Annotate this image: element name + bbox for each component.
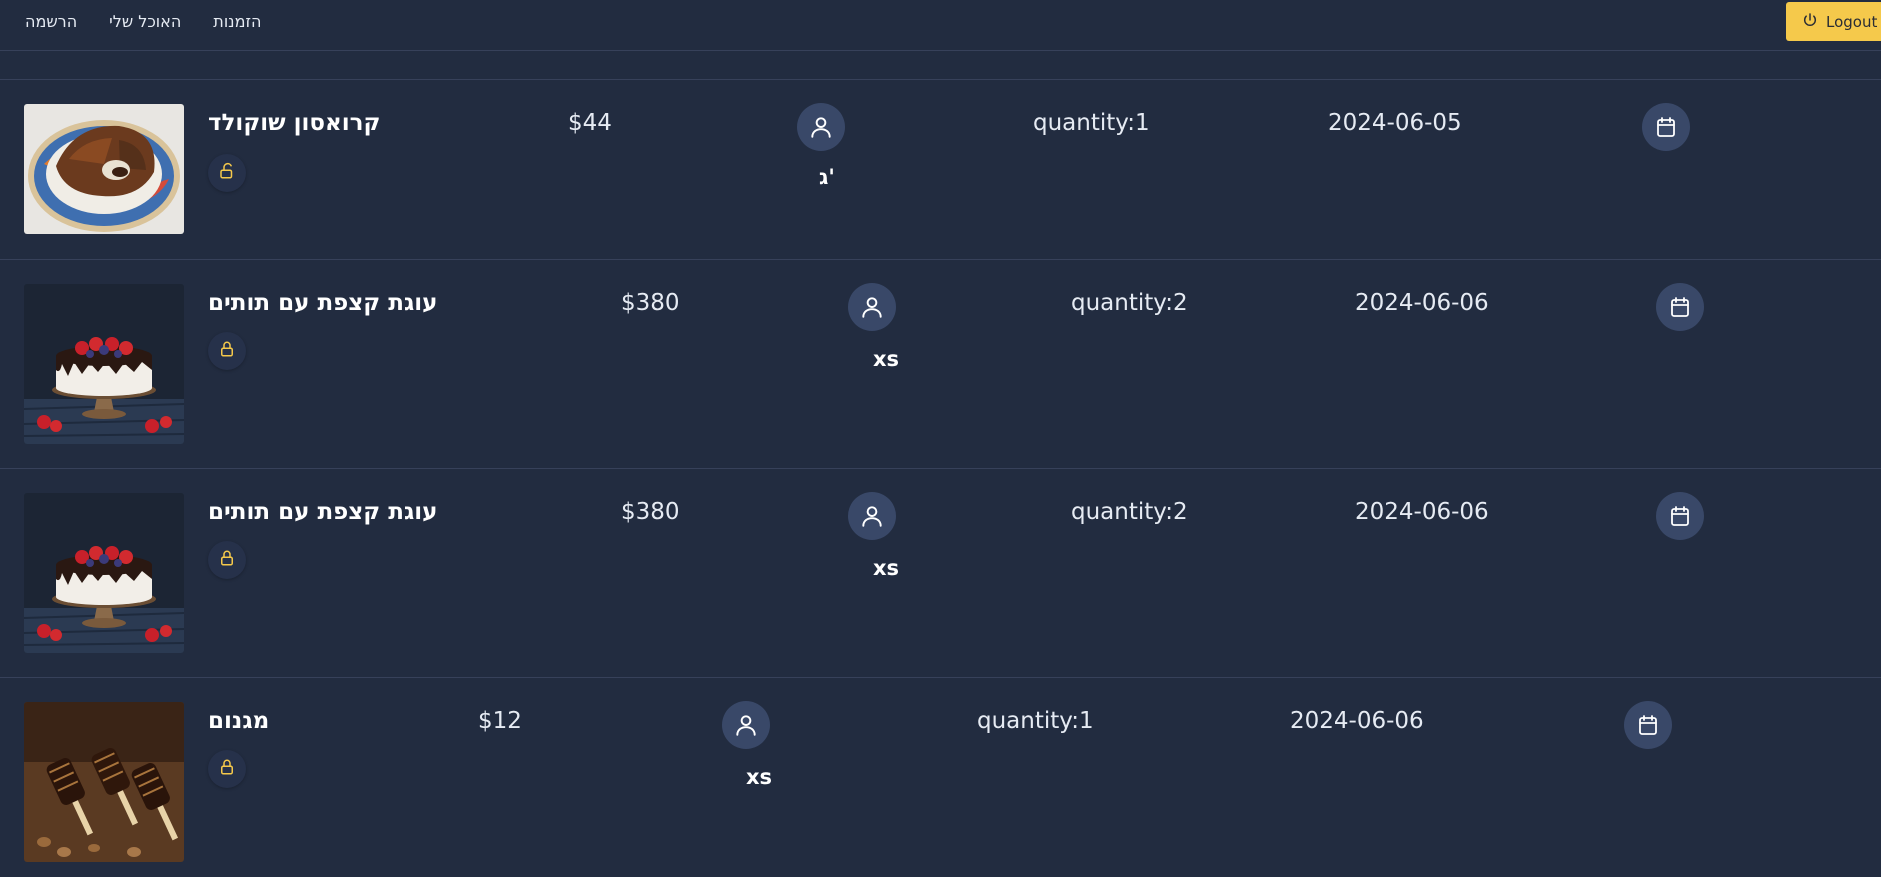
- lock-toggle-button[interactable]: [208, 154, 246, 192]
- food-name: מגנום: [208, 708, 270, 734]
- nav-link-register[interactable]: הרשמה: [25, 12, 77, 32]
- ice-cream-bars-image: [24, 702, 184, 862]
- food-name: עוגת קצפת עם תותים: [208, 290, 438, 316]
- quantity: quantity:2: [1071, 499, 1188, 525]
- quantity: quantity:2: [1071, 290, 1188, 316]
- username: xs: [873, 347, 900, 371]
- calendar-icon: [1656, 283, 1704, 331]
- quantity: quantity:1: [1033, 110, 1150, 136]
- price: $44: [568, 110, 612, 136]
- username: xs: [746, 765, 773, 789]
- order-row: עוגת קצפת עם תותים $380 xs quantity:2 20…: [0, 469, 1881, 678]
- logout-button[interactable]: Logout: [1786, 2, 1881, 41]
- order-date: 2024-06-06: [1355, 499, 1489, 525]
- calendar-icon: [1656, 492, 1704, 540]
- lock-icon: [218, 340, 236, 362]
- username: xs: [873, 556, 900, 580]
- user-icon: [848, 283, 896, 331]
- calendar-icon: [1624, 701, 1672, 749]
- lock-icon: [218, 758, 236, 780]
- order-row: מגנום $12 xs quantity:1 2024-06-06: [0, 678, 1881, 877]
- user-icon: [797, 103, 845, 151]
- order-row: קרואסון שוקולד $44 ג' quantity:1 2024-06…: [0, 80, 1881, 260]
- order-date: 2024-06-06: [1290, 708, 1424, 734]
- calendar-icon: [1642, 103, 1690, 151]
- power-icon: [1802, 12, 1826, 32]
- username: ג': [819, 165, 835, 189]
- price: $380: [621, 499, 680, 525]
- unlock-icon: [218, 162, 236, 184]
- lock-toggle-button[interactable]: [208, 332, 246, 370]
- user-icon: [722, 701, 770, 749]
- price: $12: [478, 708, 522, 734]
- user-icon: [848, 492, 896, 540]
- quantity: quantity:1: [977, 708, 1094, 734]
- navbar: הרשמה האוכל שלי הזמנות Logout: [0, 0, 1881, 51]
- croissant-image: [24, 104, 184, 234]
- nav-links: הרשמה האוכל שלי הזמנות: [25, 12, 293, 32]
- order-date: 2024-06-06: [1355, 290, 1489, 316]
- food-name: עוגת קצפת עם תותים: [208, 499, 438, 525]
- price: $380: [621, 290, 680, 316]
- strawberry-cake-image: [24, 493, 184, 653]
- order-row: עוגת קצפת עם תותים $380 xs quantity:2 20…: [0, 260, 1881, 469]
- food-name: קרואסון שוקולד: [208, 110, 381, 136]
- lock-icon: [218, 549, 236, 571]
- nav-link-my-food[interactable]: האוכל שלי: [109, 12, 181, 32]
- lock-toggle-button[interactable]: [208, 541, 246, 579]
- nav-link-orders[interactable]: הזמנות: [213, 12, 261, 32]
- order-date: 2024-06-05: [1328, 110, 1462, 136]
- logout-label: Logout: [1826, 12, 1878, 31]
- strawberry-cake-image: [24, 284, 184, 444]
- lock-toggle-button[interactable]: [208, 750, 246, 788]
